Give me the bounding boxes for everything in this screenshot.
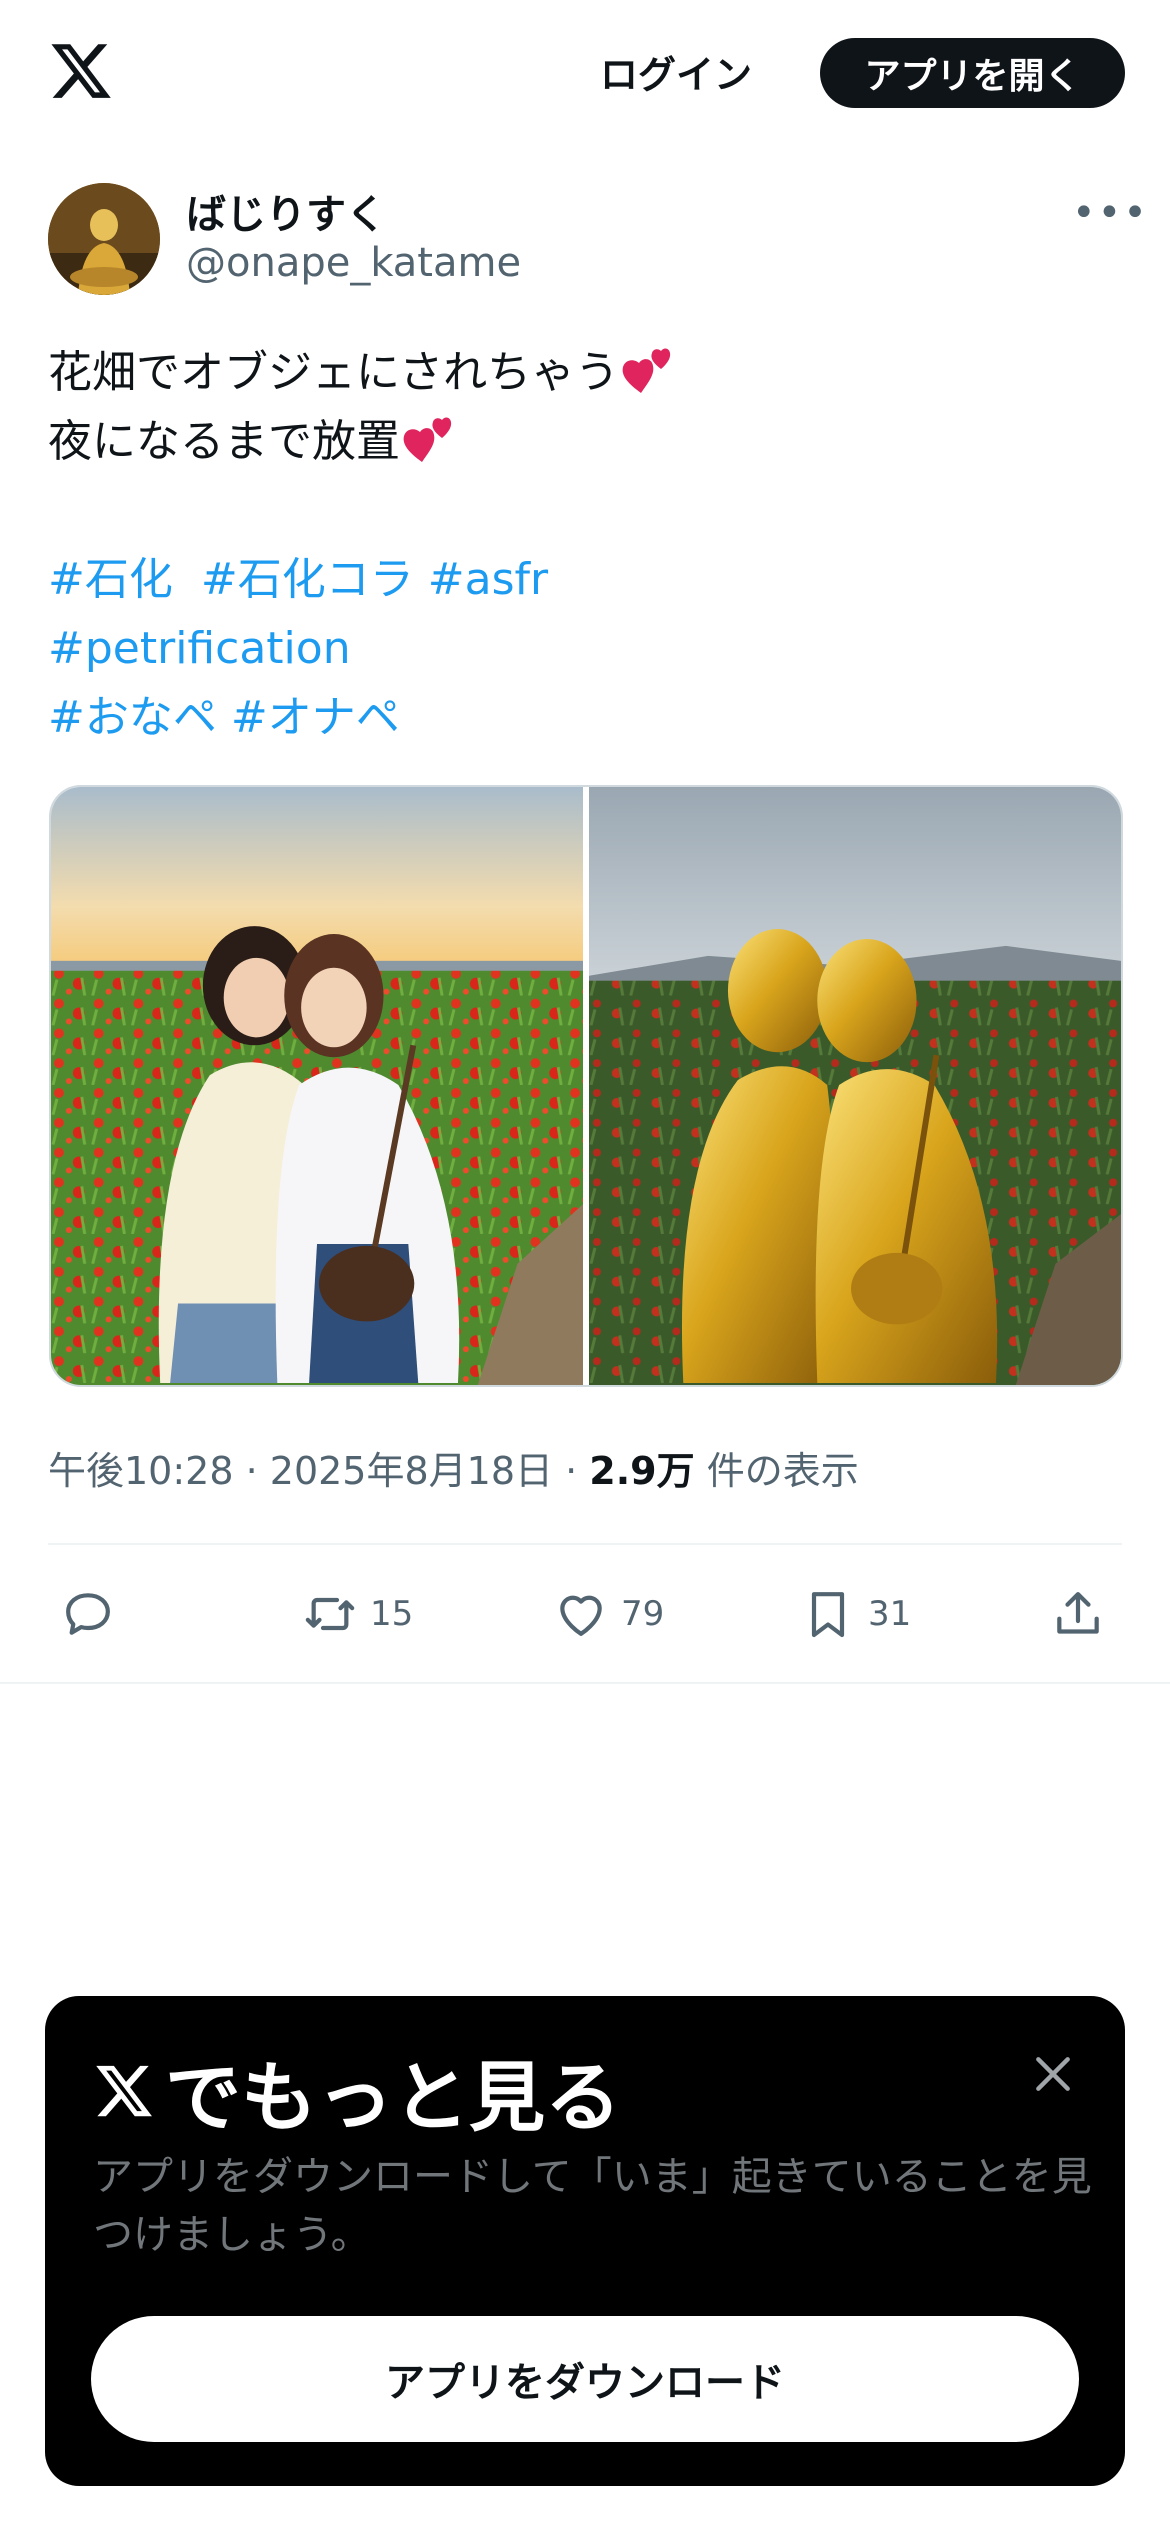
hashtag-row-2: #petrification xyxy=(48,614,1128,683)
hashtag-link[interactable]: #石化 xyxy=(48,554,173,605)
promo-title-text: でもっと見る xyxy=(165,2053,621,2142)
hashtag-link[interactable]: #asfr xyxy=(428,554,548,605)
promo-description: アプリをダウンロードして「いま」起きていることを見つけましょう。 xyxy=(93,2154,1092,2258)
more-options-icon[interactable]: ••• xyxy=(1072,190,1149,236)
tweet-line-1: 花畑でオブジェにされちゃう xyxy=(48,338,1128,407)
x-logo-icon xyxy=(96,2065,152,2117)
two-hearts-emoji-icon xyxy=(403,417,452,462)
bookmark-icon xyxy=(811,1592,845,1638)
heart-icon xyxy=(560,1595,602,1636)
tweet-text: 花畑でオブジェにされちゃう 夜になるまで放置 #石化 #石化コラ #asfr #… xyxy=(48,338,1128,752)
divider xyxy=(48,1543,1122,1545)
close-icon[interactable] xyxy=(1031,2052,1075,2096)
hashtag-link[interactable]: #石化コラ xyxy=(201,554,414,605)
tweet-media xyxy=(49,785,1123,1387)
share-icon xyxy=(1057,1592,1099,1634)
views-label: 件の表示 xyxy=(706,1449,859,1493)
author-handle[interactable]: @onape_katame xyxy=(186,240,521,286)
views-count: 2.9万 xyxy=(589,1449,695,1493)
meta-separator: · xyxy=(565,1449,590,1493)
two-hearts-emoji-icon xyxy=(622,348,671,393)
tweet-text-line1: 花畑でオブジェにされちゃう xyxy=(48,347,620,398)
x-logo-icon[interactable] xyxy=(48,38,114,104)
hashtag-link[interactable]: #オナペ xyxy=(231,692,400,743)
meta-separator: · xyxy=(245,1449,270,1493)
download-app-button[interactable]: アプリをダウンロード xyxy=(91,2316,1079,2442)
reply-button[interactable] xyxy=(60,1582,128,1646)
tweet-line-2: 夜になるまで放置 xyxy=(48,407,1128,476)
retweet-button[interactable]: 15 xyxy=(302,1582,413,1646)
reply-icon xyxy=(66,1593,110,1635)
retweet-icon xyxy=(305,1597,355,1631)
photo-gold-statue[interactable] xyxy=(588,787,1121,1385)
open-app-button[interactable]: アプリを開く xyxy=(820,38,1125,108)
tweet-page: ログイン アプリを開く ばじりすく @onape_katame ••• 花畑でオ… xyxy=(0,0,1170,2532)
bookmark-count: 31 xyxy=(868,1594,912,1634)
retweet-count: 15 xyxy=(370,1594,414,1634)
promo-title: でもっと見る xyxy=(93,2036,621,2146)
avatar[interactable] xyxy=(48,183,160,295)
tweet-time[interactable]: 午後10:28 xyxy=(48,1449,234,1493)
app-promo-sheet: でもっと見る アプリをダウンロードして「いま」起きていることを見つけましょう。 … xyxy=(45,1996,1125,2486)
divider xyxy=(0,1682,1170,1684)
share-button[interactable] xyxy=(1050,1582,1106,1646)
hashtag-row-3: #おなペ #オナペ xyxy=(48,683,1128,752)
hashtag-link[interactable]: #おなペ xyxy=(48,692,217,743)
like-button[interactable]: 79 xyxy=(553,1582,664,1646)
tweet-text-line2: 夜になるまで放置 xyxy=(48,416,400,467)
photo-original[interactable] xyxy=(51,787,584,1385)
like-count: 79 xyxy=(621,1594,665,1634)
tweet-date[interactable]: 2025年8月18日 xyxy=(270,1449,553,1493)
hashtag-row-1: #石化 #石化コラ #asfr xyxy=(48,545,1128,614)
top-bar: ログイン アプリを開く xyxy=(0,0,1170,145)
bookmark-button[interactable]: 31 xyxy=(800,1582,911,1646)
tweet-meta: 午後10:28 · 2025年8月18日 · 2.9万 件の表示 xyxy=(48,1440,859,1495)
login-link[interactable]: ログイン xyxy=(600,44,752,99)
author-name[interactable]: ばじりすく xyxy=(186,182,386,240)
hashtag-link[interactable]: #petrification xyxy=(48,623,351,674)
